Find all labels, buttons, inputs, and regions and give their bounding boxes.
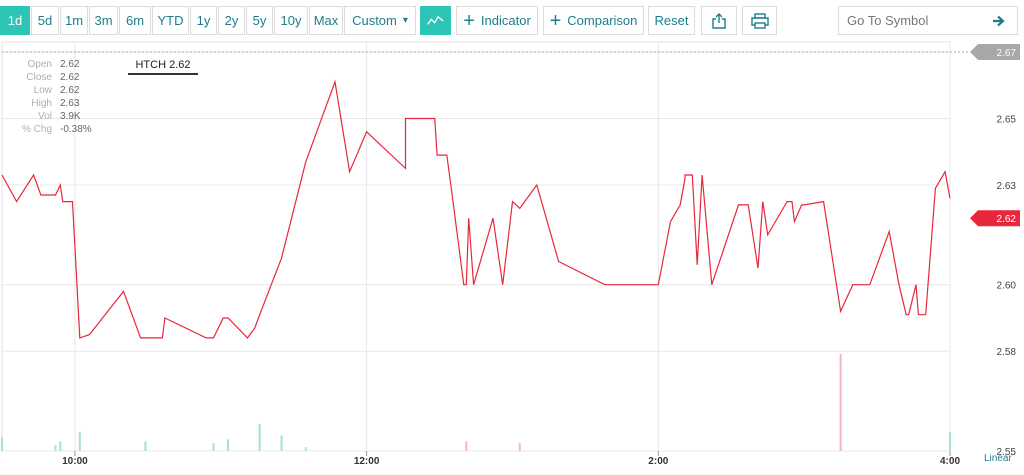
symbol-price-tag: HTCH 2.62 [128, 56, 198, 75]
x-tick-label: 4:00 [940, 456, 960, 467]
volume-bar [304, 447, 307, 451]
volume-bar [144, 441, 147, 451]
ohlc-key: Close [26, 72, 52, 83]
volume-bar [227, 439, 230, 451]
volume-bar [465, 441, 468, 451]
volume-bar [54, 445, 57, 451]
volume-bar [280, 435, 283, 451]
ohlc-row: Low 2.62 [10, 84, 92, 97]
volume-bar [78, 431, 81, 451]
ohlc-value: 2.62 [60, 72, 80, 83]
ohlc-legend: Open 2.62 Close 2.62 Low 2.62 High 2.63 Vol 3.9K%… [10, 58, 92, 136]
ohlc-value: 2.62 [60, 85, 80, 96]
volume-bar [258, 423, 261, 451]
ohlc-row: Open 2.62 [10, 58, 92, 71]
ohlc-value: 2.63 [60, 98, 80, 109]
y-tick-label: 2.63 [997, 181, 1017, 192]
ohlc-key: Open [27, 59, 52, 70]
prev-close-marker-label: 2.67 [997, 48, 1017, 59]
volume-bar [839, 354, 842, 451]
ohlc-row: Vol 3.9K [10, 110, 92, 123]
last-price-marker-label: 2.62 [997, 214, 1017, 225]
volume-bar [518, 443, 521, 451]
ohlc-value: 3.9K [60, 111, 81, 122]
ohlc-value: -0.38% [60, 124, 92, 135]
ohlc-value: 2.62 [60, 59, 80, 70]
volume-bar [1, 437, 3, 451]
y-tick-label: 2.58 [997, 347, 1017, 358]
scale-type-label[interactable]: Linear [984, 453, 1012, 464]
ohlc-key: Vol [38, 111, 52, 122]
ohlc-row: High 2.63 [10, 97, 92, 110]
ohlc-row: % Chg -0.38% [10, 123, 92, 136]
volume-bar [59, 441, 62, 451]
plot-border [1, 41, 951, 452]
ohlc-row: Close 2.62 [10, 71, 92, 84]
ohlc-key: High [31, 98, 52, 109]
volume-bar [949, 431, 951, 451]
ohlc-key: Low [33, 85, 52, 96]
x-tick-label: 12:00 [354, 456, 380, 467]
price-line[interactable] [1, 79, 951, 339]
x-tick-label: 2:00 [648, 456, 668, 467]
y-tick-label: 2.60 [997, 281, 1017, 292]
x-tick-label: 10:00 [62, 456, 88, 467]
y-tick-label: 2.65 [997, 114, 1017, 125]
volume-bar [212, 443, 215, 451]
ohlc-key: % Chg [21, 124, 52, 135]
